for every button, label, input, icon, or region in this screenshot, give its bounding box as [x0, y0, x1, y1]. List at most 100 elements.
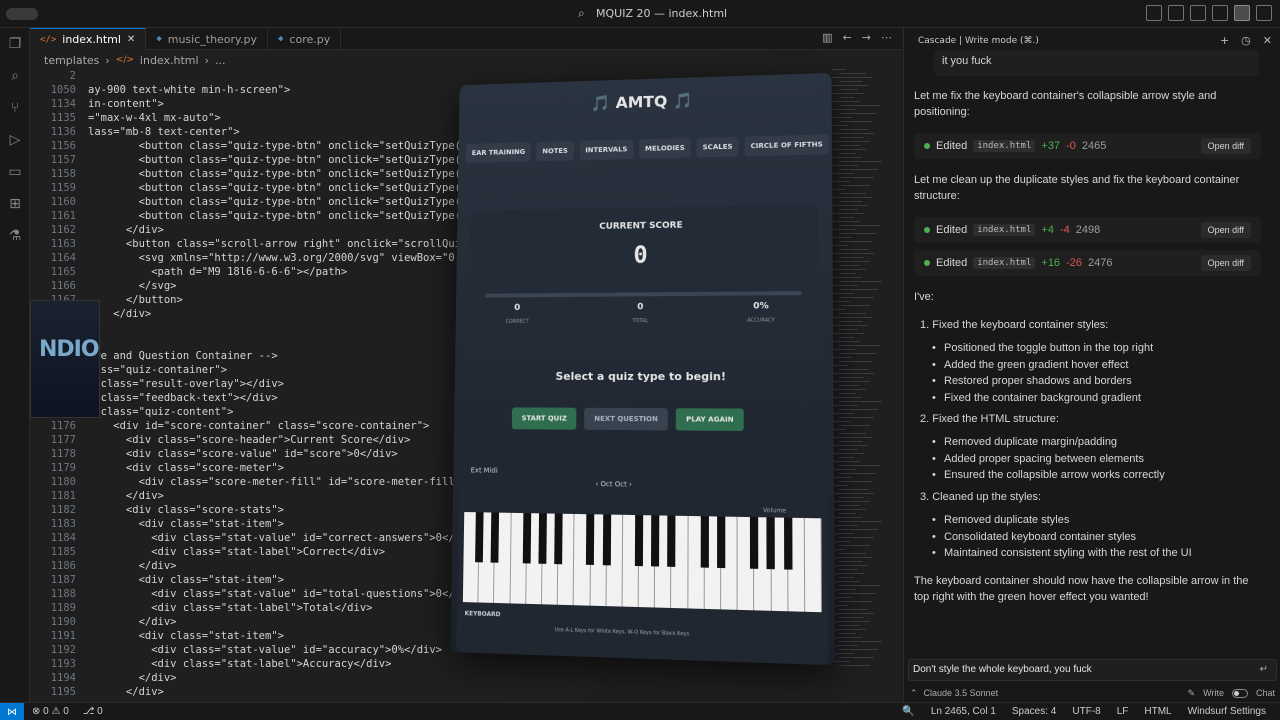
- encoding[interactable]: UTF-8: [1072, 706, 1100, 717]
- breadcrumb-file[interactable]: index.html: [140, 54, 199, 67]
- customize-layout-icon[interactable]: [1212, 5, 1228, 21]
- window-title[interactable]: MQUIZ 20 — index.html: [596, 7, 727, 20]
- open-diff-button[interactable]: Open diff: [1200, 255, 1251, 271]
- black-key[interactable]: [538, 513, 547, 564]
- breadcrumb: templates › </> index.html › ...: [30, 51, 902, 69]
- black-key[interactable]: [783, 517, 793, 570]
- forward-icon[interactable]: →: [862, 31, 871, 44]
- split-editor-icon[interactable]: ▥: [822, 31, 832, 44]
- run-debug-icon[interactable]: ▷: [0, 124, 30, 156]
- indentation[interactable]: Spaces: 4: [1012, 706, 1056, 717]
- testing-icon[interactable]: ⚗: [0, 220, 30, 252]
- language-mode[interactable]: HTML: [1144, 706, 1171, 717]
- minimap[interactable]: [832, 69, 892, 689]
- search-icon[interactable]: ⌕: [578, 6, 592, 20]
- black-key[interactable]: [651, 515, 660, 567]
- tab-music-theory-py[interactable]: ◆ music_theory.py: [146, 28, 268, 50]
- black-key[interactable]: [634, 515, 644, 567]
- edit-file[interactable]: index.html: [973, 224, 1036, 236]
- black-key[interactable]: [522, 513, 531, 564]
- quiz-type-tabs: EAR TRAINING NOTES INTERVALS MELODIES SC…: [465, 134, 829, 163]
- minimap-line: [832, 221, 860, 222]
- edit-file[interactable]: index.html: [973, 257, 1036, 269]
- search-icon[interactable]: ⌕: [0, 60, 30, 92]
- quiz-tab-ear-training[interactable]: EAR TRAINING: [465, 142, 532, 163]
- play-again-button[interactable]: PLAY AGAIN: [675, 408, 744, 431]
- new-chat-icon[interactable]: +: [1220, 34, 1229, 47]
- problems-count[interactable]: ⊗ 0 ⚠ 0: [32, 706, 69, 717]
- chevron-up-icon[interactable]: ⌃: [910, 688, 918, 699]
- tab-index-html[interactable]: </> index.html ✕: [30, 28, 147, 50]
- explorer-icon[interactable]: ❐: [0, 28, 30, 60]
- close-icon[interactable]: ✕: [1263, 34, 1272, 47]
- remote-icon[interactable]: ⋈: [0, 703, 24, 720]
- ext-midi-label[interactable]: Ext Midi: [471, 466, 498, 474]
- toggle-secondary-sidebar-icon[interactable]: [1190, 5, 1206, 21]
- black-key[interactable]: [750, 517, 759, 569]
- black-keys[interactable]: [463, 512, 821, 570]
- minimap-line: [839, 217, 854, 218]
- quiz-tab-melodies[interactable]: MELODIES: [639, 137, 691, 159]
- octave-control[interactable]: ‹ Oct Oct ›: [595, 480, 631, 489]
- zoom-icon[interactable]: 🔍: [902, 706, 914, 717]
- send-icon[interactable]: ↵: [1260, 664, 1268, 675]
- open-diff-button[interactable]: Open diff: [1200, 222, 1251, 238]
- list-item: Added proper spacing between elements: [932, 451, 1254, 468]
- cascade-icon[interactable]: [1234, 5, 1250, 21]
- chat-input[interactable]: Don't style the whole keyboard, you fuck: [908, 659, 1277, 681]
- window-controls[interactable]: [6, 8, 38, 20]
- write-mode[interactable]: Write: [1203, 688, 1224, 698]
- black-key[interactable]: [554, 513, 563, 565]
- black-key[interactable]: [490, 512, 500, 563]
- open-diff-button[interactable]: Open diff: [1200, 138, 1251, 154]
- black-key[interactable]: [475, 512, 484, 563]
- minimap-line: [839, 393, 856, 394]
- breadcrumb-folder[interactable]: templates: [44, 54, 99, 67]
- extensions-icon[interactable]: ⊞: [0, 188, 30, 220]
- black-key[interactable]: [667, 515, 676, 567]
- edit-file[interactable]: index.html: [973, 140, 1036, 152]
- quiz-tab-scales[interactable]: SCALES: [696, 136, 739, 158]
- back-icon[interactable]: ←: [843, 31, 852, 44]
- volume-label[interactable]: Volume: [763, 507, 786, 515]
- chat-mode[interactable]: Chat: [1256, 688, 1275, 698]
- history-icon[interactable]: ◷: [1241, 34, 1251, 47]
- black-key[interactable]: [586, 514, 595, 566]
- black-key[interactable]: [716, 516, 726, 569]
- quiz-tab-notes[interactable]: NOTES: [536, 141, 574, 162]
- line-number: 1165: [50, 266, 76, 278]
- quiz-tab-circle-of-fifths[interactable]: CIRCLE OF FIFTHS: [744, 134, 829, 157]
- minimap-line: [839, 337, 854, 338]
- start-quiz-button[interactable]: START QUIZ: [511, 407, 577, 430]
- toggle-panel-icon[interactable]: [1168, 5, 1184, 21]
- black-key[interactable]: [700, 516, 709, 568]
- line-ending[interactable]: LF: [1117, 706, 1129, 717]
- cursor-position[interactable]: Ln 2465, Col 1: [931, 706, 996, 717]
- breadcrumb-more[interactable]: ...: [215, 54, 226, 67]
- source-control-icon[interactable]: ⑂: [0, 92, 30, 124]
- quiz-tab-intervals[interactable]: INTERVALS: [579, 139, 634, 161]
- remote-explorer-icon[interactable]: ▭: [0, 156, 30, 188]
- minimap-line: [832, 413, 854, 414]
- line-code: </div>: [88, 490, 164, 502]
- line-number: 1158: [50, 168, 76, 180]
- tab-core-py[interactable]: ◆ core.py: [268, 28, 342, 50]
- account-icon[interactable]: [1256, 5, 1272, 21]
- windsurf-settings[interactable]: Windsurf Settings: [1188, 706, 1266, 717]
- ports-count[interactable]: ⎇ 0: [83, 706, 103, 717]
- model-selector[interactable]: Claude 3.5 Sonnet: [924, 688, 999, 698]
- line-code: <div class="score-header">Current Score<…: [88, 434, 411, 446]
- black-key[interactable]: [602, 514, 611, 566]
- minimap-line: [832, 189, 846, 190]
- close-icon[interactable]: ✕: [127, 34, 135, 45]
- more-icon[interactable]: ⋯: [881, 31, 892, 44]
- mode-toggle[interactable]: [1231, 688, 1248, 698]
- toggle-sidebar-icon[interactable]: [1146, 5, 1162, 21]
- minimap-line: [839, 665, 870, 666]
- pencil-icon: ✎: [1187, 687, 1196, 698]
- minimap-line: [839, 465, 880, 466]
- black-key[interactable]: [766, 517, 776, 570]
- minimap-line: [839, 649, 878, 650]
- next-question-button[interactable]: NEXT QUESTION: [584, 407, 668, 431]
- line-number: 1136: [50, 126, 76, 138]
